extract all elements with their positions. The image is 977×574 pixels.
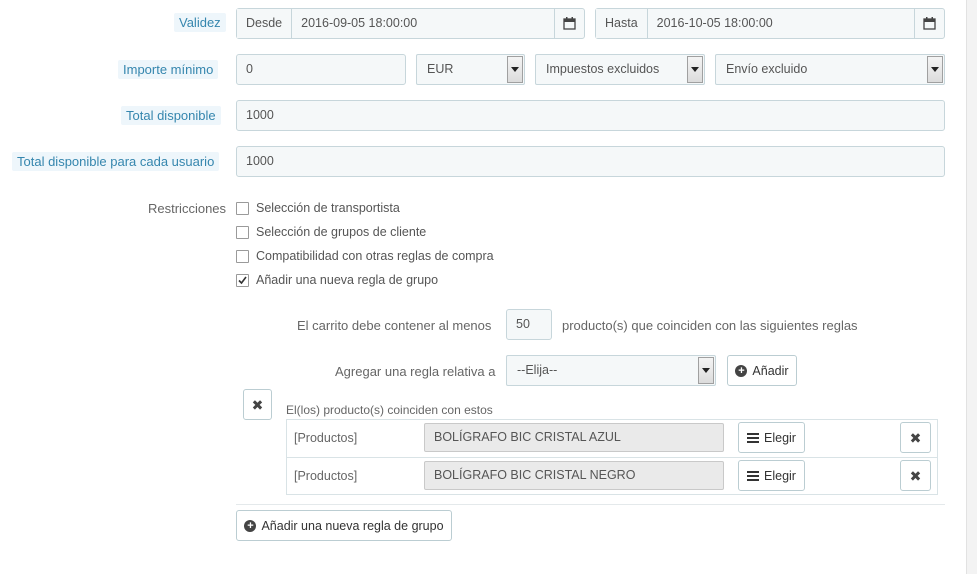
add-rule-label: Añadir [752, 363, 789, 378]
choose-button[interactable]: Elegir [738, 460, 805, 491]
currency-select[interactable]: EUR [416, 54, 525, 85]
total-usuario-label: Total disponible para cada usuario [12, 152, 220, 171]
carrito-suffix-label: producto(s) que coinciden con las siguie… [562, 318, 858, 333]
divider [236, 504, 945, 505]
agregar-label: Agregar una regla relativa a [335, 364, 496, 379]
checkbox[interactable] [236, 249, 249, 263]
add-rule-button[interactable]: + Añadir [727, 355, 797, 386]
list-icon [747, 470, 760, 481]
choose-button[interactable]: Elegir [738, 422, 805, 453]
close-icon: ✖ [909, 467, 922, 484]
hasta-input[interactable]: 2016-10-05 18:00:00 [647, 9, 914, 38]
match-label: El(los) producto(s) coinciden con estos [286, 403, 493, 417]
restriction-label: Añadir una nueva regla de grupo [256, 273, 439, 287]
restriction-label: Selección de transportista [256, 201, 400, 215]
restriction-label: Compatibilidad con otras reglas de compr… [256, 249, 494, 263]
remove-rule-button[interactable]: ✖ [900, 460, 931, 491]
close-icon: ✖ [251, 396, 264, 413]
hasta-field[interactable]: Hasta 2016-10-05 18:00:00 [595, 8, 945, 39]
shipping-value: Envío excluido [726, 62, 808, 76]
calendar-icon[interactable] [554, 9, 584, 38]
shipping-select[interactable]: Envío excluido [715, 54, 945, 85]
carrito-prefix-label: El carrito debe contener al menos [297, 318, 492, 333]
plus-circle-icon: + [735, 364, 748, 377]
list-icon [747, 432, 760, 443]
checkmark-icon [238, 276, 247, 284]
restriction-carrier[interactable]: Selección de transportista [236, 201, 400, 215]
chevron-down-icon [687, 56, 703, 83]
total-usuario-input[interactable]: 1000 [236, 146, 945, 177]
restriction-customer-group[interactable]: Selección de grupos de cliente [236, 225, 426, 239]
checkbox-checked[interactable] [236, 273, 249, 287]
desde-field[interactable]: Desde 2016-09-05 18:00:00 [236, 8, 585, 39]
close-icon: ✖ [909, 429, 922, 446]
plus-circle-icon: + [244, 519, 257, 532]
restriction-label: Selección de grupos de cliente [256, 225, 427, 239]
scrollbar[interactable] [966, 0, 977, 574]
desde-addon: Desde [237, 9, 293, 38]
tax-value: Impuestos excluidos [546, 62, 660, 76]
hasta-addon: Hasta [596, 9, 648, 38]
quantity-input[interactable]: 50 [506, 309, 552, 340]
chevron-down-icon [507, 56, 523, 83]
restriction-group-rule[interactable]: Añadir una nueva regla de grupo [236, 273, 438, 287]
rule-type-label: [Productos] [294, 431, 358, 445]
remove-group-button[interactable]: ✖ [243, 389, 272, 420]
calendar-icon[interactable] [914, 9, 944, 38]
add-group-rule-label: Añadir una nueva regla de grupo [261, 518, 444, 533]
validez-label: Validez [174, 13, 226, 32]
rule-type-label: [Productos] [294, 469, 358, 483]
add-group-rule-button[interactable]: + Añadir una nueva regla de grupo [236, 510, 452, 541]
tax-select[interactable]: Impuestos excluidos [535, 54, 705, 85]
rule-type-value: --Elija-- [517, 363, 558, 377]
choose-label: Elegir [764, 468, 796, 483]
importe-minimo-label: Importe mínimo [118, 60, 219, 79]
chevron-down-icon [927, 56, 943, 83]
rule-value: BOLÍGRAFO BIC CRISTAL NEGRO [424, 461, 724, 490]
desde-input[interactable]: 2016-09-05 18:00:00 [292, 9, 554, 38]
rule-value: BOLÍGRAFO BIC CRISTAL AZUL [424, 423, 724, 452]
checkbox[interactable] [236, 201, 249, 215]
restriction-compatibility[interactable]: Compatibilidad con otras reglas de compr… [236, 249, 494, 263]
restricciones-label: Restricciones [148, 201, 227, 216]
table-divider [287, 457, 937, 458]
remove-rule-button[interactable]: ✖ [900, 422, 931, 453]
total-disponible-label: Total disponible [121, 106, 221, 125]
rule-type-select[interactable]: --Elija-- [506, 355, 716, 386]
choose-label: Elegir [764, 430, 796, 445]
checkbox[interactable] [236, 225, 249, 239]
chevron-down-icon [698, 357, 714, 384]
currency-value: EUR [427, 62, 454, 76]
total-disponible-input[interactable]: 1000 [236, 100, 945, 131]
importe-minimo-input[interactable]: 0 [236, 54, 406, 85]
